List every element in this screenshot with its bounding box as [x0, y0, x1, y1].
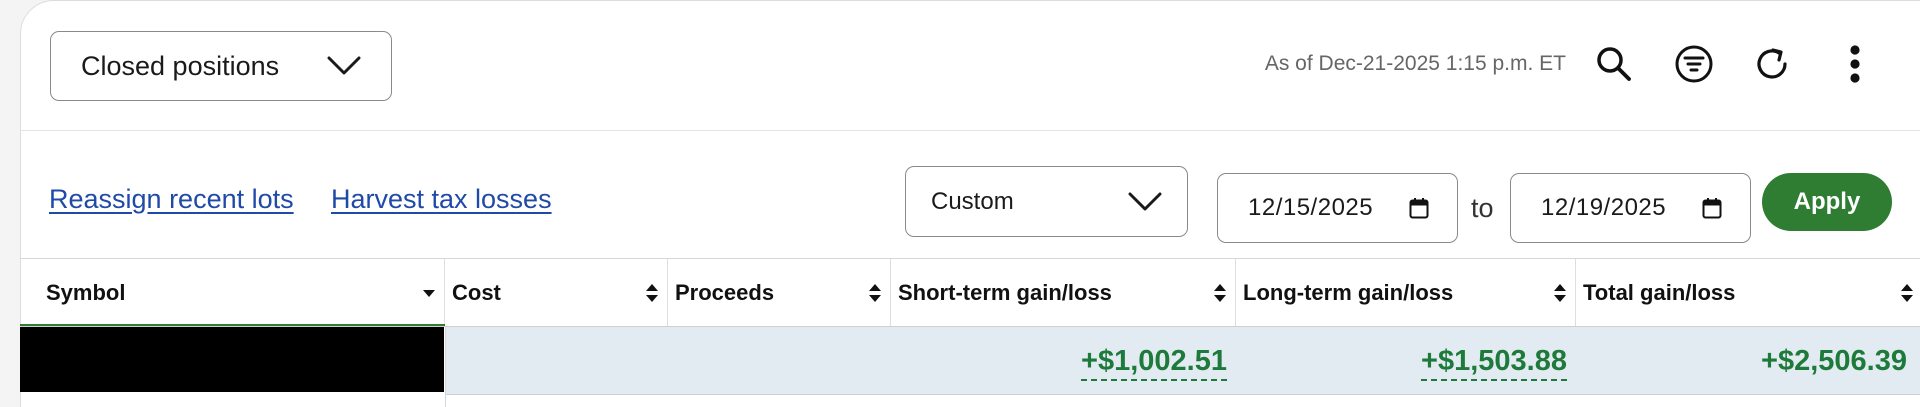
chevron-down-icon — [1128, 192, 1162, 210]
sort-icon — [1214, 284, 1226, 302]
redacted-symbol-cell — [20, 327, 444, 392]
column-header-label: Cost — [452, 280, 501, 305]
reassign-recent-lots-link[interactable]: Reassign recent lots — [49, 184, 294, 215]
short-term-gain-value[interactable]: +$1,002.51 — [1081, 345, 1227, 381]
date-range-select[interactable]: Custom — [905, 166, 1188, 237]
column-header-label: Long-term gain/loss — [1243, 280, 1454, 305]
column-header-proceeds[interactable]: Proceeds — [668, 259, 891, 327]
column-header-label: Total gain/loss — [1583, 280, 1736, 305]
column-header-total-gain-loss[interactable]: Total gain/loss — [1576, 259, 1920, 327]
active-sort-indicator — [20, 324, 445, 326]
date-range-to-label: to — [1471, 193, 1494, 223]
from-date-input[interactable]: 12/15/2025 — [1217, 173, 1458, 243]
positions-view-select[interactable]: Closed positions — [50, 31, 392, 101]
as-of-timestamp: As of Dec-21-2025 1:15 p.m. ET — [1264, 52, 1566, 75]
filter-icon[interactable] — [1674, 44, 1714, 84]
chevron-down-icon — [327, 56, 361, 75]
date-range-label: Custom — [931, 187, 1014, 215]
calendar-icon[interactable] — [1409, 197, 1429, 219]
more-vertical-icon[interactable] — [1835, 44, 1875, 84]
column-header-long-term-gain-loss[interactable]: Long-term gain/loss — [1236, 259, 1576, 327]
column-header-symbol[interactable]: Symbol — [20, 259, 445, 327]
search-icon[interactable] — [1594, 44, 1634, 84]
column-header-cost[interactable]: Cost — [445, 259, 668, 327]
apply-button[interactable]: Apply — [1762, 173, 1892, 231]
column-divider — [445, 327, 446, 407]
sort-descending-icon — [423, 290, 435, 297]
long-term-gain-value[interactable]: +$1,503.88 — [1421, 345, 1567, 381]
to-date-input[interactable]: 12/19/2025 — [1510, 173, 1751, 243]
total-gain-value: +$2,506.39 — [1761, 345, 1907, 377]
column-header-label: Proceeds — [675, 280, 775, 305]
calendar-icon[interactable] — [1702, 197, 1722, 219]
column-header-short-term-gain-loss[interactable]: Short-term gain/loss — [891, 259, 1236, 327]
column-header-label: Short-term gain/loss — [898, 280, 1112, 305]
sort-icon — [1901, 284, 1913, 302]
column-header-label: Symbol — [46, 280, 126, 305]
sort-icon — [646, 284, 658, 302]
sort-icon — [869, 284, 881, 302]
harvest-tax-losses-link[interactable]: Harvest tax losses — [331, 184, 552, 215]
sort-icon — [1554, 284, 1566, 302]
refresh-icon[interactable] — [1752, 44, 1792, 84]
to-date-value: 12/19/2025 — [1541, 194, 1667, 221]
from-date-value: 12/15/2025 — [1248, 194, 1374, 221]
header-divider — [20, 130, 1920, 131]
positions-view-label: Closed positions — [81, 50, 280, 81]
